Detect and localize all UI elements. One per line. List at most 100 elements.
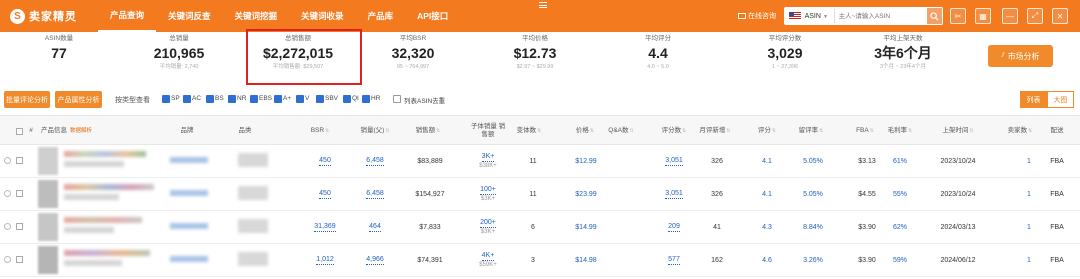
sales-value[interactable]: 6,458 — [355, 178, 395, 211]
list-view-button[interactable]: 列表 — [1020, 91, 1047, 108]
data-parse-link[interactable]: 数据解析 — [68, 116, 94, 146]
table-row[interactable]: 1,012 4,966 $74,391 4K+ $59K+ 3 $14.98 57… — [0, 244, 1080, 277]
product-image[interactable] — [38, 246, 58, 274]
sales-link[interactable]: 4,966 — [366, 256, 384, 265]
type-checkbox[interactable] — [316, 95, 324, 103]
col-revenue[interactable]: 销售额 ⇅ — [408, 116, 448, 146]
brand-blurred[interactable] — [170, 256, 208, 262]
col-monthly-new[interactable]: 月评新增 ⇅ — [695, 116, 735, 146]
table-row[interactable]: 450 6,458 $154,927 100+ $3K+ 11 $23.99 3,… — [0, 178, 1080, 211]
sub-sales-link[interactable]: 4K+ — [481, 252, 495, 261]
ratings-value[interactable]: 209 — [654, 211, 694, 244]
nav-keyword-mining[interactable]: 关键词挖掘 — [223, 0, 290, 32]
row-radio[interactable] — [4, 256, 11, 263]
product-title-blurred[interactable] — [64, 184, 154, 190]
sub-sales-link[interactable]: 3K+ — [481, 153, 495, 162]
brand-blurred[interactable] — [170, 223, 208, 229]
product-image[interactable] — [38, 213, 58, 241]
sub-sales-link[interactable]: 100+ — [480, 186, 496, 195]
online-help-link[interactable]: 在线咨询 — [738, 11, 776, 21]
type-checkbox[interactable] — [343, 95, 351, 103]
row-checkbox[interactable] — [16, 190, 23, 197]
bsr-value[interactable]: 450 — [303, 145, 347, 178]
attr-analysis-button[interactable]: 产品属性分析 — [55, 91, 102, 108]
type-checkbox[interactable] — [250, 95, 258, 103]
product-image[interactable] — [38, 180, 58, 208]
grid-view-button[interactable]: 大图 — [1047, 91, 1074, 108]
nav-product-library[interactable]: 产品库 — [356, 0, 406, 32]
type-checkbox[interactable] — [296, 95, 304, 103]
col-price[interactable]: 价格 ⇅ — [568, 116, 602, 146]
brand-blurred[interactable] — [170, 157, 208, 163]
sales-link[interactable]: 6,458 — [366, 157, 384, 166]
row-radio[interactable] — [4, 157, 11, 164]
bsr-link[interactable]: 450 — [319, 157, 331, 166]
type-checkbox[interactable] — [183, 95, 191, 103]
ratings-value[interactable]: 3,051 — [654, 178, 694, 211]
type-checkbox[interactable] — [206, 95, 214, 103]
ratings-value[interactable]: 3,051 — [654, 145, 694, 178]
dedupe-checkbox[interactable] — [393, 95, 401, 103]
sales-value[interactable]: 4,966 — [355, 244, 395, 277]
row-radio[interactable] — [4, 190, 11, 197]
search-input[interactable] — [833, 9, 927, 23]
sub-sales-link[interactable]: 200+ — [480, 219, 496, 228]
type-checkbox[interactable] — [228, 95, 236, 103]
grid-icon[interactable]: ▦ — [975, 8, 991, 24]
table-row[interactable]: 31,369 464 $7,833 200+ $3K+ 6 $14.99 209 … — [0, 211, 1080, 244]
sales-link[interactable]: 6,458 — [366, 190, 384, 199]
col-bsr[interactable]: BSR ⇅ — [303, 116, 337, 146]
brand-blurred[interactable] — [170, 190, 208, 196]
market-analysis-button[interactable]: ⫽ 市场分析 — [988, 45, 1053, 67]
sales-value[interactable]: 464 — [355, 211, 395, 244]
sales-link[interactable]: 464 — [369, 223, 381, 232]
col-sellers[interactable]: 卖家数 ⇅ — [1003, 116, 1037, 146]
col-fba[interactable]: FBA ⇅ — [851, 116, 879, 146]
search-button[interactable] — [926, 8, 943, 24]
col-review-rate[interactable]: 留评率 ⇅ — [793, 116, 829, 146]
ratings-link[interactable]: 577 — [668, 256, 680, 265]
product-image[interactable] — [38, 147, 58, 175]
nav-keyword-index[interactable]: 关键词收录 — [289, 0, 356, 32]
bsr-link[interactable]: 31,369 — [314, 223, 336, 232]
ratings-value[interactable]: 577 — [654, 244, 694, 277]
select-all-checkbox[interactable] — [14, 116, 24, 146]
ratings-link[interactable]: 3,051 — [665, 190, 683, 199]
col-listing-date[interactable]: 上架时间 ⇅ — [934, 116, 982, 146]
nav-keyword-reverse[interactable]: 关键词反查 — [156, 0, 223, 32]
row-radio[interactable] — [4, 223, 11, 230]
bsr-value[interactable]: 31,369 — [303, 211, 347, 244]
nav-product-query[interactable]: 产品查询 — [98, 0, 157, 32]
app-logo[interactable]: S 卖家精灵 — [10, 8, 90, 24]
product-title-blurred[interactable] — [64, 217, 142, 223]
type-checkbox[interactable] — [162, 95, 170, 103]
col-margin[interactable]: 毛利率 ⇅ — [883, 116, 917, 146]
ratings-link[interactable]: 209 — [668, 223, 680, 232]
bsr-link[interactable]: 1,012 — [316, 256, 334, 265]
search-type-select[interactable]: ASIN ▼ — [805, 13, 834, 20]
drag-handle-icon[interactable] — [539, 2, 547, 8]
table-row[interactable]: 450 6,458 $83,889 3K+ $38K+ 11 $12.99 3,0… — [0, 145, 1080, 178]
row-checkbox[interactable] — [16, 157, 23, 164]
minimize-icon[interactable]: — — [1002, 8, 1018, 24]
col-ratings[interactable]: 评分数 ⇅ — [656, 116, 692, 146]
nav-api[interactable]: API接口 — [405, 0, 460, 32]
bsr-link[interactable]: 450 — [319, 190, 331, 199]
tools-icon[interactable]: ✂ — [950, 8, 966, 24]
expand-icon[interactable]: ⤢ — [1027, 8, 1043, 24]
ratings-link[interactable]: 3,051 — [665, 157, 683, 166]
bsr-value[interactable]: 1,012 — [303, 244, 347, 277]
close-icon[interactable]: ✕ — [1052, 8, 1068, 24]
col-rating[interactable]: 评分 ⇅ — [752, 116, 782, 146]
col-sales[interactable]: 销量(父) ⇅ — [355, 116, 395, 146]
type-checkbox[interactable] — [274, 95, 282, 103]
row-checkbox[interactable] — [16, 256, 23, 263]
row-checkbox[interactable] — [16, 223, 23, 230]
type-checkbox[interactable] — [362, 95, 370, 103]
col-variants[interactable]: 变体数 ⇅ — [512, 116, 546, 146]
product-title-blurred[interactable] — [64, 250, 150, 256]
sales-value[interactable]: 6,458 — [355, 145, 395, 178]
bsr-value[interactable]: 450 — [303, 178, 347, 211]
product-title-blurred[interactable] — [64, 151, 146, 157]
batch-review-button[interactable]: 批量评论分析 — [4, 91, 50, 108]
